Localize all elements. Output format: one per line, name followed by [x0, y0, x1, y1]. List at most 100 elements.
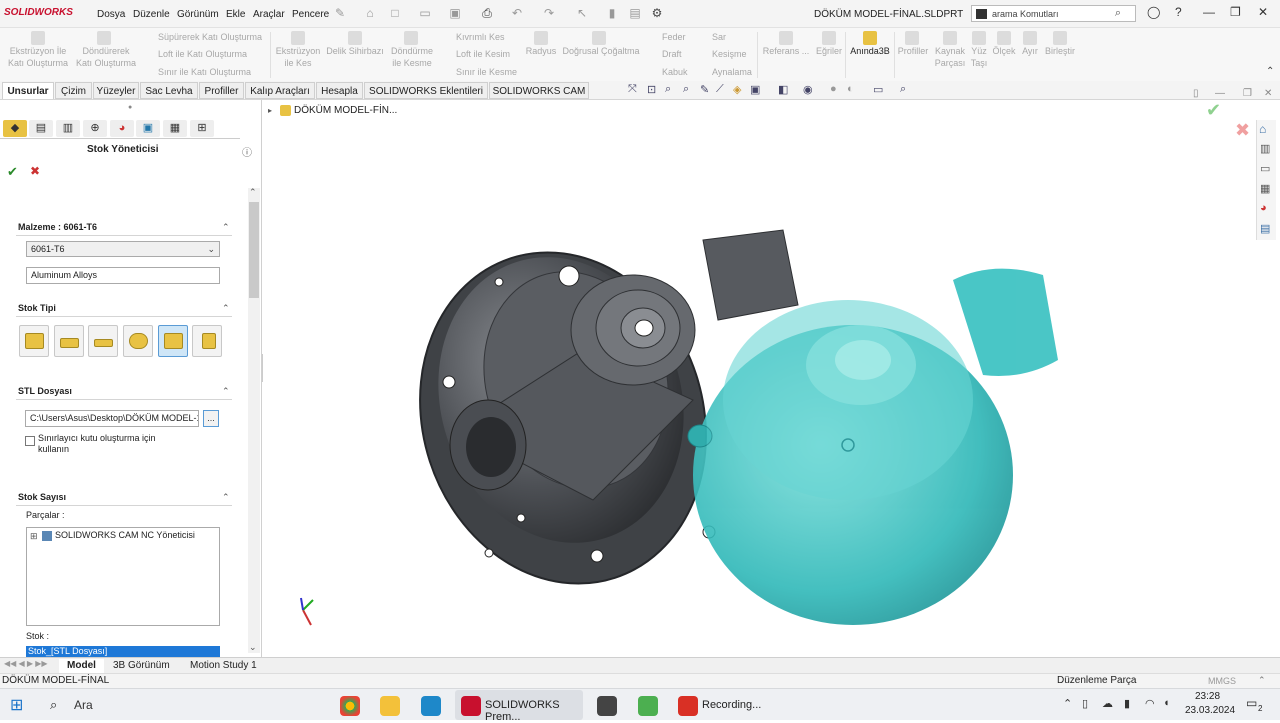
ribbon-extrude-boss[interactable]: Ekstrüzyon İle Katı Oluşturma — [4, 45, 72, 69]
ribbon-structure[interactable]: Profiller — [896, 45, 930, 57]
ribbon-move-face[interactable]: Yüz Taşı — [968, 45, 990, 69]
search-input[interactable]: arama Komutları — [992, 9, 1059, 19]
ribbon-hole-wizard[interactable]: Delik Sihirbazı — [325, 45, 385, 57]
ribbon-fillet[interactable]: Radyus — [524, 45, 558, 57]
cam-tool-tree-tab-icon[interactable]: ⊞ — [190, 120, 214, 137]
custom-properties-icon[interactable]: ▤ — [1260, 222, 1270, 235]
ribbon-reference-geometry[interactable]: Referans ... — [760, 45, 812, 57]
realview-icon[interactable]: ⌕ — [900, 83, 906, 96]
solidworks-logo[interactable]: SOLIDWORKS — [4, 7, 73, 18]
tab-solidworks-cam[interactable]: SOLIDWORKS CAM — [489, 82, 589, 99]
section-view-icon[interactable]: ⌕ — [683, 83, 689, 96]
ribbon-combine[interactable]: Birleştir — [1042, 45, 1078, 57]
tab-unsurlar[interactable]: Unsurlar — [2, 82, 54, 99]
clock-time[interactable]: 23:28 — [1195, 691, 1220, 702]
previous-view-icon[interactable]: ⌕ — [665, 83, 671, 96]
taskbar-search[interactable]: Ara — [74, 698, 93, 712]
stock-selected-item[interactable]: Stok_[STL Dosyası] — [26, 646, 220, 657]
stock-extrude-sketch-button[interactable] — [88, 325, 118, 357]
tray-app-icon[interactable]: ▯ — [1082, 697, 1088, 710]
property-manager-tab-icon[interactable]: ▤ — [29, 120, 53, 137]
view-settings-icon[interactable]: ▭ — [873, 83, 883, 96]
clock-date[interactable]: 23.03.2024 — [1185, 705, 1235, 716]
ribbon-shell[interactable]: Kabuk — [662, 66, 688, 78]
help-icon[interactable]: ⓘ — [242, 144, 252, 159]
tab-solidworks-eklentileri[interactable]: SOLIDWORKS Eklentileri — [364, 82, 488, 99]
stock-cylinder-button[interactable] — [123, 325, 153, 357]
tab-kalip-araclari[interactable]: Kalıp Araçları — [245, 82, 315, 99]
cam-operation-tree-tab-icon[interactable]: ▦ — [163, 120, 187, 137]
ribbon-wrap[interactable]: Sar — [712, 31, 726, 43]
rebuild-icon[interactable]: ▮ — [605, 6, 619, 20]
scroll-up-icon[interactable]: ⌃ — [249, 187, 257, 198]
save-icon[interactable]: ▣ — [448, 6, 462, 20]
new-document-icon[interactable]: □ — [388, 6, 402, 20]
minimize-icon[interactable]: — — [1203, 5, 1215, 19]
display-manager-tab-icon[interactable]: ◕ — [110, 120, 134, 137]
ribbon-scale[interactable]: Ölçek — [990, 45, 1018, 57]
camtasia-icon[interactable] — [638, 696, 658, 716]
windows-start-icon[interactable]: ⊞ — [10, 695, 23, 715]
undo-icon[interactable]: ↶ — [510, 6, 524, 20]
expand-plus-icon[interactable]: ⊞ — [30, 531, 38, 542]
menu-araclar[interactable]: Araçlar — [253, 9, 285, 20]
tab-hesapla[interactable]: Hesapla — [316, 82, 363, 99]
view-orientation-icon[interactable]: ▣ — [750, 83, 760, 96]
ribbon-revolve-boss[interactable]: Döndürerek Katı Oluşturma — [72, 45, 140, 69]
tab-nav-first-icon[interactable]: ◀◀ ◀ ▶ ▶▶ — [4, 659, 48, 668]
tree-item-cam-nc-manager[interactable]: SOLIDWORKS CAM NC Yöneticisi — [55, 530, 195, 540]
pin-icon[interactable]: ✎ — [333, 6, 347, 20]
zoom-to-area-icon[interactable]: ⊡ — [647, 83, 656, 96]
ribbon-lofted-cut[interactable]: Loft ile Kesim — [456, 48, 510, 60]
onedrive-icon[interactable]: ☁ — [1102, 697, 1113, 710]
ribbon-draft[interactable]: Draft — [662, 48, 682, 60]
ribbon-linear-pattern[interactable]: Doğrusal Çoğaltma — [560, 45, 642, 57]
stl-path-field[interactable]: C:\Users\Asus\Desktop\DÖKÜM MODEL-1.S — [25, 410, 199, 427]
help-icon[interactable]: ? — [1175, 5, 1182, 19]
ribbon-boundary[interactable]: Sınır ile Katı Oluşturma — [158, 66, 251, 78]
tab-yuzeyler[interactable]: Yüzeyler — [93, 82, 139, 99]
teamviewer-icon[interactable] — [421, 696, 441, 716]
curvature-icon[interactable]: ◈ — [733, 83, 741, 96]
menu-dosya[interactable]: Dosya — [97, 9, 125, 20]
ribbon-swept-cut[interactable]: Kıvrımlı Kes — [456, 31, 505, 43]
stock-stl-body[interactable] — [687, 268, 1058, 625]
collapse-icon[interactable]: ⌃ — [222, 386, 230, 397]
tab-sac-levha[interactable]: Sac Levha — [140, 82, 198, 99]
display-style-icon[interactable]: ◧ — [778, 83, 788, 96]
restore-icon[interactable]: ❐ — [1230, 5, 1241, 19]
command-search[interactable]: arama Komutları ⌕ — [971, 5, 1136, 22]
ribbon-loft[interactable]: Loft ile Katı Oluşturma — [158, 48, 247, 60]
configuration-manager-tab-icon[interactable]: ▥ — [56, 120, 80, 137]
open-icon[interactable]: ▭ — [418, 6, 432, 20]
tab-3d-view[interactable]: 3B Görünüm — [113, 659, 170, 673]
material-family-field[interactable]: Aluminum Alloys — [26, 267, 220, 284]
taskbar-recording-app[interactable]: Recording... — [672, 690, 772, 720]
menu-pencere[interactable]: Pencere — [292, 9, 329, 20]
tab-motion-study[interactable]: Motion Study 1 — [190, 659, 257, 673]
ribbon-sweep[interactable]: Süpürerek Katı Oluşturma — [158, 31, 262, 43]
browse-button[interactable]: ... — [203, 410, 219, 427]
solidworks-resources-icon[interactable]: ⌂ — [1259, 122, 1266, 136]
file-properties-icon[interactable]: ▤ — [628, 6, 642, 20]
stock-part-file-button[interactable] — [192, 325, 222, 357]
ribbon-boundary-cut[interactable]: Sınır ile Kesme — [456, 66, 517, 78]
appearances-icon[interactable]: ◕ — [1260, 202, 1267, 214]
ribbon-mirror[interactable]: Aynalama — [712, 66, 752, 78]
tile-icon[interactable]: ▯ — [1193, 88, 1199, 99]
calculator-icon[interactable] — [597, 696, 617, 716]
stock-bounding-box-button[interactable] — [19, 325, 49, 357]
scrollbar-thumb[interactable] — [249, 202, 259, 298]
notification-icon[interactable]: ▭ — [1246, 696, 1257, 710]
menu-gorunum[interactable]: Görünüm — [177, 9, 219, 20]
menu-ekle[interactable]: Ekle — [226, 9, 245, 20]
dimxpert-tab-icon[interactable]: ⊕ — [83, 120, 107, 137]
print-icon[interactable]: ⎙ — [480, 6, 494, 20]
home-icon[interactable]: ⌂ — [363, 6, 377, 20]
dynamic-annotation-icon[interactable]: ✎ — [700, 83, 709, 96]
apply-scene-icon[interactable]: ◐ — [847, 83, 854, 95]
graphics-area[interactable]: ▸ DÖKÜM MODEL-FİN... ▯ — ❐ ✕ ✔ ✖ ⌂ ▥ ▭ ▦… — [263, 88, 1280, 657]
tab-profiller[interactable]: Profiller — [199, 82, 244, 99]
bounding-box-checkbox[interactable] — [25, 436, 35, 446]
cam-feature-tree-tab-icon[interactable]: ▣ — [136, 120, 160, 137]
